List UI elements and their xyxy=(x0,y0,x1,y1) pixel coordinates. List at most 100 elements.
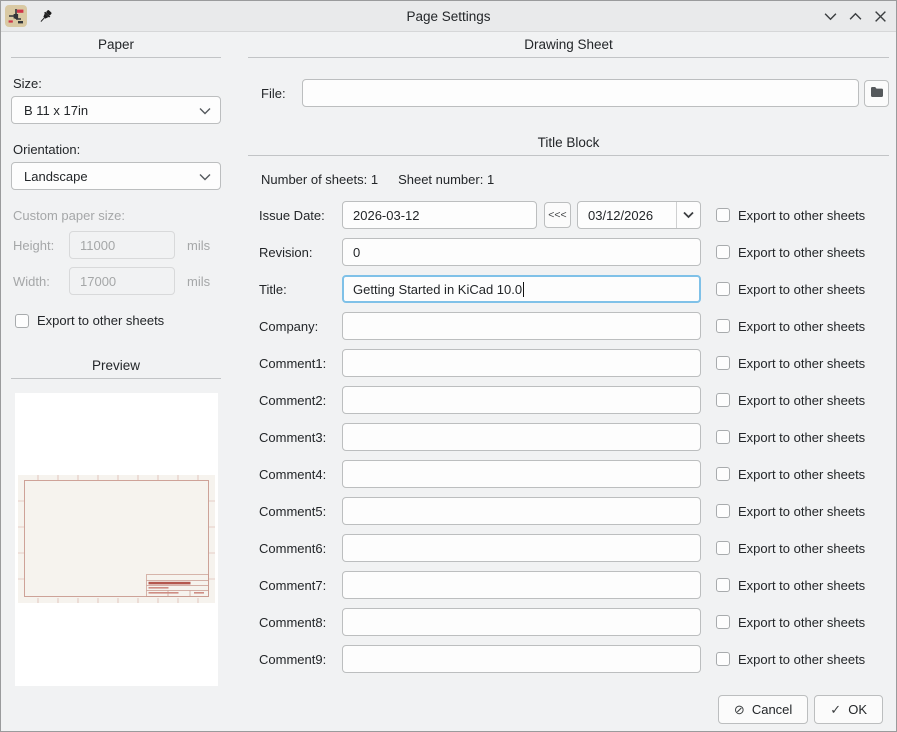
comment5-row: Comment5: Export to other sheets xyxy=(248,497,889,525)
width-unit: mils xyxy=(187,274,210,289)
comment3-label: Comment3: xyxy=(259,430,342,445)
comment1-label: Comment1: xyxy=(259,356,342,371)
issue-date-row: Issue Date: 2026-03-12 <<< 03/12/2026 xyxy=(248,201,889,229)
comment3-input[interactable] xyxy=(342,423,701,451)
export-checkbox[interactable] xyxy=(716,356,730,370)
orientation-select[interactable]: Landscape xyxy=(11,162,221,190)
comment2-input[interactable] xyxy=(342,386,701,414)
comment1-input[interactable] xyxy=(342,349,701,377)
export-checkbox[interactable] xyxy=(716,245,730,259)
custom-paper-size-label: Custom paper size: xyxy=(13,208,221,223)
divider xyxy=(11,57,221,58)
comment5-label: Comment5: xyxy=(259,504,342,519)
height-input: 11000 xyxy=(69,231,175,259)
preview-header: Preview xyxy=(11,352,221,373)
width-label: Width: xyxy=(13,274,69,289)
chevron-down-icon xyxy=(199,169,211,184)
export-label: Export to other sheets xyxy=(738,541,865,556)
pin-icon[interactable] xyxy=(38,9,53,24)
export-checkbox[interactable] xyxy=(716,652,730,666)
export-label: Export to other sheets xyxy=(738,393,865,408)
browse-file-button[interactable] xyxy=(864,80,889,107)
export-label: Export to other sheets xyxy=(738,208,865,223)
minimize-button[interactable] xyxy=(823,9,837,23)
folder-icon xyxy=(870,86,884,101)
export-label: Export to other sheets xyxy=(738,430,865,445)
size-label: Size: xyxy=(13,76,221,91)
export-checkbox[interactable] xyxy=(716,208,730,222)
comment5-input[interactable] xyxy=(342,497,701,525)
export-label: Export to other sheets xyxy=(738,245,865,260)
height-unit: mils xyxy=(187,238,210,253)
height-label: Height: xyxy=(13,238,69,253)
ok-button[interactable]: ✓ OK xyxy=(814,695,883,724)
title-row: Title: Getting Started in KiCad 10.0 Exp… xyxy=(248,275,889,303)
paper-export-checkbox[interactable] xyxy=(15,314,29,328)
file-input[interactable] xyxy=(302,79,859,107)
export-checkbox[interactable] xyxy=(716,541,730,555)
export-checkbox[interactable] xyxy=(716,467,730,481)
sheet-preview-image xyxy=(18,475,215,603)
export-label: Export to other sheets xyxy=(738,319,865,334)
comment4-input[interactable] xyxy=(342,460,701,488)
orientation-select-value: Landscape xyxy=(24,169,88,184)
cancel-icon: ⊘ xyxy=(734,702,745,718)
size-select-value: B 11 x 17in xyxy=(24,103,88,118)
export-checkbox[interactable] xyxy=(716,393,730,407)
export-checkbox[interactable] xyxy=(716,615,730,629)
divider xyxy=(248,57,889,58)
file-label: File: xyxy=(261,86,289,101)
text-cursor xyxy=(523,282,524,297)
export-label: Export to other sheets xyxy=(738,467,865,482)
comment7-label: Comment7: xyxy=(259,578,342,593)
custom-paper-size-group: Custom paper size: Height: 11000 mils Wi… xyxy=(11,208,221,295)
comment9-label: Comment9: xyxy=(259,652,342,667)
comment9-row: Comment9: Export to other sheets xyxy=(248,645,889,673)
export-checkbox[interactable] xyxy=(716,578,730,592)
comment7-row: Comment7: Export to other sheets xyxy=(248,571,889,599)
window-title: Page Settings xyxy=(1,9,896,24)
revision-input[interactable]: 0 xyxy=(342,238,701,266)
copy-date-button[interactable]: <<< xyxy=(544,202,571,228)
comment4-row: Comment4: Export to other sheets xyxy=(248,460,889,488)
comment4-label: Comment4: xyxy=(259,467,342,482)
check-icon: ✓ xyxy=(830,702,841,718)
export-checkbox[interactable] xyxy=(716,319,730,333)
page-settings-dialog: Page Settings Paper Size: B 11 x 17in Or… xyxy=(0,0,897,732)
comment9-input[interactable] xyxy=(342,645,701,673)
comment3-row: Comment3: Export to other sheets xyxy=(248,423,889,451)
title-label: Title: xyxy=(259,282,342,297)
maximize-button[interactable] xyxy=(848,9,862,23)
issue-date-input[interactable]: 2026-03-12 xyxy=(342,201,537,229)
comment1-row: Comment1: Export to other sheets xyxy=(248,349,889,377)
kicad-app-icon xyxy=(5,5,27,27)
comment6-input[interactable] xyxy=(342,534,701,562)
comment6-label: Comment6: xyxy=(259,541,342,556)
export-checkbox[interactable] xyxy=(716,282,730,296)
company-row: Company: Export to other sheets xyxy=(248,312,889,340)
drawing-sheet-panel: Drawing Sheet File: Title Block Number o… xyxy=(248,31,889,682)
close-button[interactable] xyxy=(873,9,887,23)
comment8-label: Comment8: xyxy=(259,615,342,630)
comment7-input[interactable] xyxy=(342,571,701,599)
date-picker[interactable]: 03/12/2026 xyxy=(577,201,701,229)
export-checkbox[interactable] xyxy=(716,430,730,444)
size-select[interactable]: B 11 x 17in xyxy=(11,96,221,124)
comment2-label: Comment2: xyxy=(259,393,342,408)
comment6-row: Comment6: Export to other sheets xyxy=(248,534,889,562)
cancel-button[interactable]: ⊘ Cancel xyxy=(718,695,808,724)
export-checkbox[interactable] xyxy=(716,504,730,518)
page-preview xyxy=(15,393,218,686)
paper-export-label: Export to other sheets xyxy=(37,313,164,328)
comment8-input[interactable] xyxy=(342,608,701,636)
export-label: Export to other sheets xyxy=(738,578,865,593)
paper-header: Paper xyxy=(11,31,221,52)
chevron-down-icon[interactable] xyxy=(676,202,700,228)
title-bar[interactable]: Page Settings xyxy=(1,1,896,32)
divider xyxy=(11,378,221,379)
company-input[interactable] xyxy=(342,312,701,340)
revision-label: Revision: xyxy=(259,245,342,260)
width-input: 17000 xyxy=(69,267,175,295)
title-input[interactable]: Getting Started in KiCad 10.0 xyxy=(342,275,701,303)
divider xyxy=(248,155,889,156)
